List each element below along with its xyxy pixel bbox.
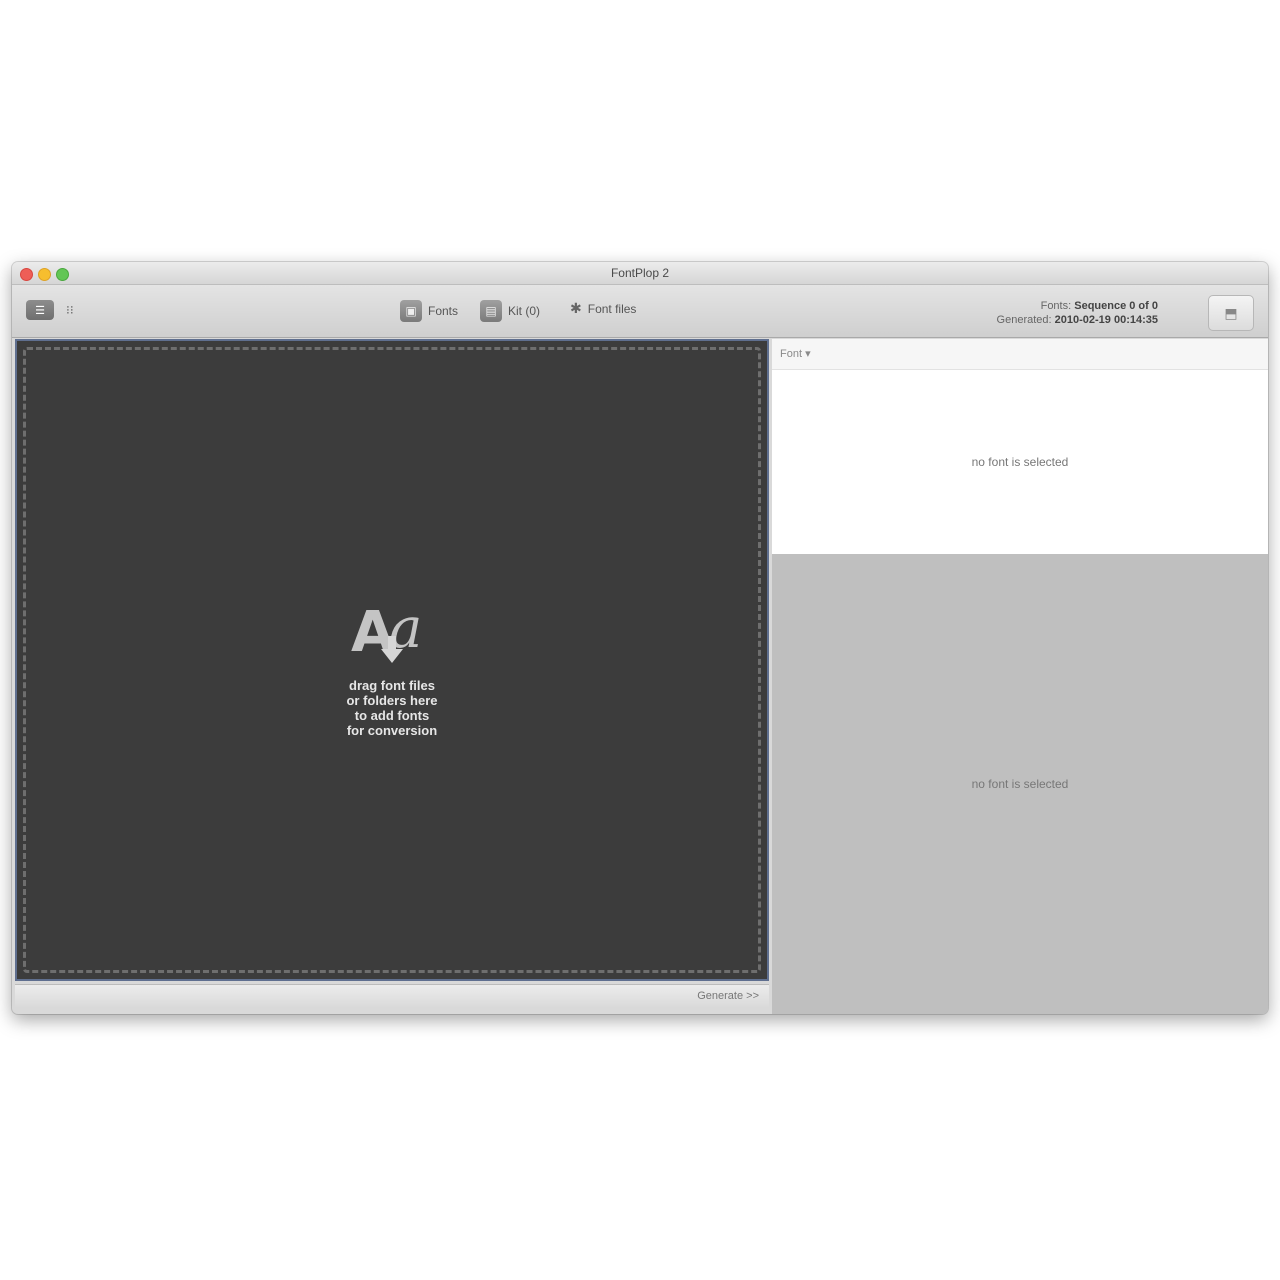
drop-hint: A a drag font files or folders here to a…	[26, 596, 758, 738]
fonts-icon: ▣	[400, 300, 422, 322]
status-bar: Generate >>	[15, 984, 769, 1007]
no-selection-message-bottom: no font is selected	[971, 777, 1069, 791]
window-title: FontPlop 2	[610, 266, 670, 280]
preview-pane: Font ▾ no font is selected no font is se…	[772, 339, 1268, 1014]
font-files-label: Font files	[587, 301, 637, 316]
kit-icon: ▤	[480, 300, 502, 322]
list-view-icon: ☰	[26, 300, 54, 320]
toolbar: ☰ ⁝⁝ ▣ Fonts ▤ Kit (0) ✱ Font files Font…	[12, 285, 1268, 338]
info-line2-label: Generated:	[996, 314, 1052, 326]
no-selection-message-top: no font is selected	[971, 455, 1069, 469]
font-files-button[interactable]: ✱ Font files	[570, 300, 636, 317]
kits-button[interactable]: ▤ Kit (0)	[480, 300, 540, 322]
view-toggle-button[interactable]: ☰ ⁝⁝	[26, 300, 74, 320]
drop-line-2: or folders here	[346, 693, 438, 708]
gear-icon: ✱	[570, 300, 582, 316]
export-icon: ⬒	[1224, 304, 1238, 321]
export-button[interactable]: ⬒	[1208, 295, 1254, 331]
fonts-button[interactable]: ▣ Fonts	[400, 300, 458, 322]
preview-sample-area: no font is selected	[772, 370, 1268, 554]
drop-instructions: drag font files or folders here to add f…	[26, 678, 758, 738]
down-arrow-icon	[381, 636, 403, 663]
info-block: Fonts: Sequence 0 of 0 Generated: 2010-0…	[997, 299, 1158, 327]
font-selector[interactable]: Font ▾	[780, 347, 811, 360]
menu-icon: ⁝⁝	[66, 303, 74, 317]
info-line1-label: Fonts:	[1040, 300, 1072, 312]
drop-line-1: drag font files	[349, 678, 435, 693]
font-drop-icon: A a	[347, 596, 437, 670]
info-line1-value: Sequence 0 of 0	[1074, 300, 1158, 312]
preview-detail-area: no font is selected	[772, 554, 1268, 1014]
generate-button[interactable]: Generate >>	[697, 990, 759, 1002]
fonts-label: Fonts	[428, 304, 459, 318]
drop-zone[interactable]: A a drag font files or folders here to a…	[23, 347, 761, 973]
drop-line-3: to add fonts	[354, 708, 430, 723]
preview-header: Font ▾	[772, 339, 1268, 370]
info-line2-value: 2010-02-19 00:14:35	[1054, 314, 1158, 326]
app-window: FontPlop 2 ☰ ⁝⁝ ▣ Fonts ▤ Kit (0) ✱ Font…	[12, 262, 1268, 1014]
title-bar: FontPlop 2	[12, 262, 1268, 285]
font-list-pane[interactable]: A a drag font files or folders here to a…	[15, 339, 769, 981]
kits-label: Kit (0)	[508, 304, 541, 318]
drop-line-4: for conversion	[346, 723, 438, 738]
